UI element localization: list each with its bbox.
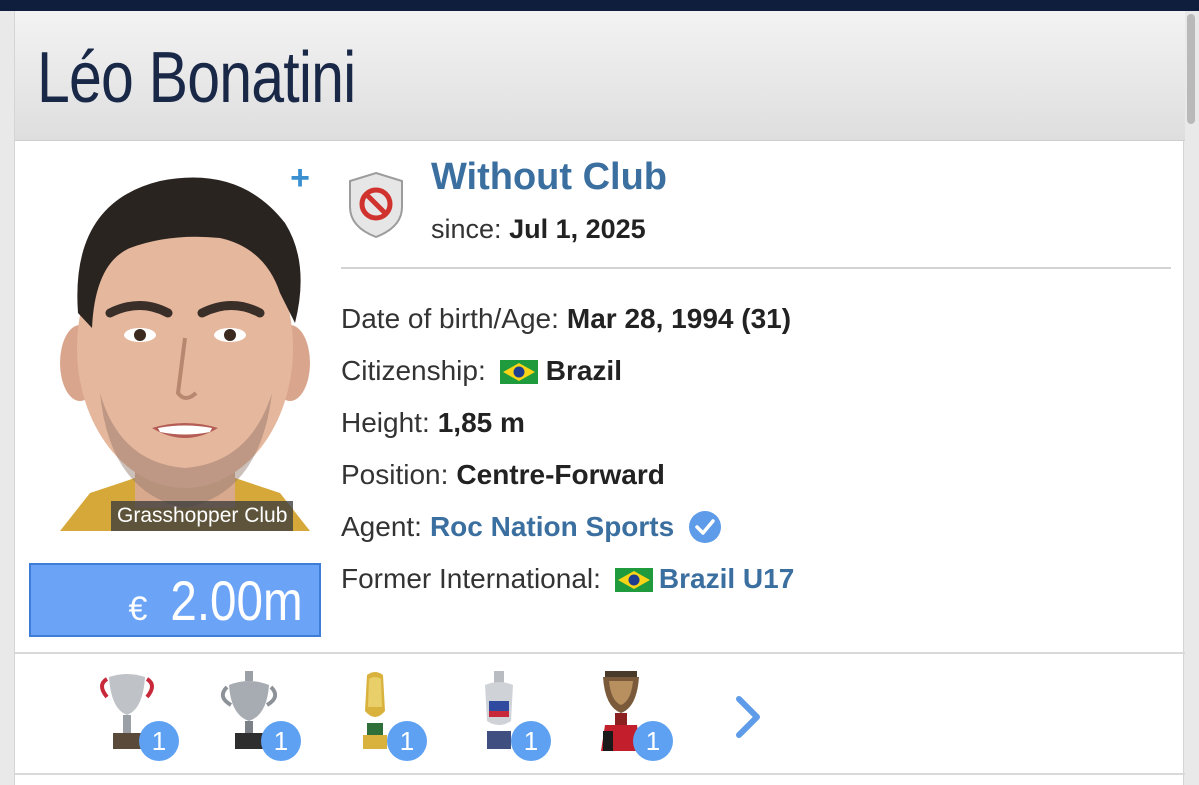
player-info-list: Date of birth/Age: Mar 28, 1994 (31) Cit… [341,293,794,605]
club-name-link[interactable]: Without Club [431,156,667,199]
trophy-count-badge: 1 [139,721,179,761]
player-portrait[interactable] [50,163,320,531]
former-international-row: Former International: Brazil U17 [341,553,794,605]
divider [341,267,1171,269]
trophy-count-badge: 1 [633,721,673,761]
citizenship-value: Brazil [545,355,622,386]
dob-row: Date of birth/Age: Mar 28, 1994 (31) [341,293,794,345]
dob-value: Mar 28, 1994 (31) [566,303,792,334]
trophy-item[interactable]: 1 [345,671,427,761]
divider [15,652,1185,654]
brazil-flag-icon [614,567,653,592]
club-since: since: Jul 1, 2025 [431,214,646,245]
position-row: Position: Centre-Forward [341,449,794,501]
brazil-flag-icon [499,359,538,384]
top-navigation-bar [0,0,1199,11]
citizenship-label: Citizenship: [341,355,486,386]
height-value: 1,85 m [437,407,525,438]
market-value-box[interactable]: €2.00m [29,563,321,637]
plus-icon[interactable]: + [285,161,315,195]
scrollbar[interactable] [1187,14,1195,124]
chevron-right-icon[interactable] [727,693,767,741]
page-title: Léo Bonatini [37,38,356,118]
portrait-club-caption: Grasshopper Club [111,501,294,531]
trophy-count-badge: 1 [261,721,301,761]
trophy-count-badge: 1 [511,721,551,761]
trophy-item[interactable]: 1 [469,671,551,761]
trophy-item[interactable]: 1 [97,671,179,761]
trophy-item[interactable]: 1 [591,671,673,761]
market-value-amount: 2.00m [170,569,303,632]
without-club-crest-icon[interactable] [347,171,405,239]
agent-link[interactable]: Roc Nation Sports [430,511,674,543]
citizenship-row: Citizenship: Brazil [341,345,794,397]
market-value-currency: € [128,590,148,628]
former-international-link[interactable]: Brazil U17 [659,563,794,595]
trophy-item[interactable]: 1 [219,671,301,761]
dob-label: Date of birth/Age: [341,303,559,334]
agent-label: Agent: [341,511,422,542]
position-value: Centre-Forward [456,459,665,490]
since-label: since: [431,214,502,244]
since-value: Jul 1, 2025 [509,214,646,244]
agent-row: Agent: Roc Nation Sports [341,501,794,553]
former-international-label: Former International: [341,563,601,594]
height-row: Height: 1,85 m [341,397,794,449]
player-profile-card: Léo Bonatini Grasshopper Club + € 2.00m … [14,11,1185,785]
trophy-count-badge: 1 [387,721,427,761]
verified-icon [688,510,722,544]
height-label: Height: [341,407,430,438]
position-label: Position: [341,459,449,490]
profile-header: Léo Bonatini [15,11,1185,141]
divider [15,773,1185,775]
